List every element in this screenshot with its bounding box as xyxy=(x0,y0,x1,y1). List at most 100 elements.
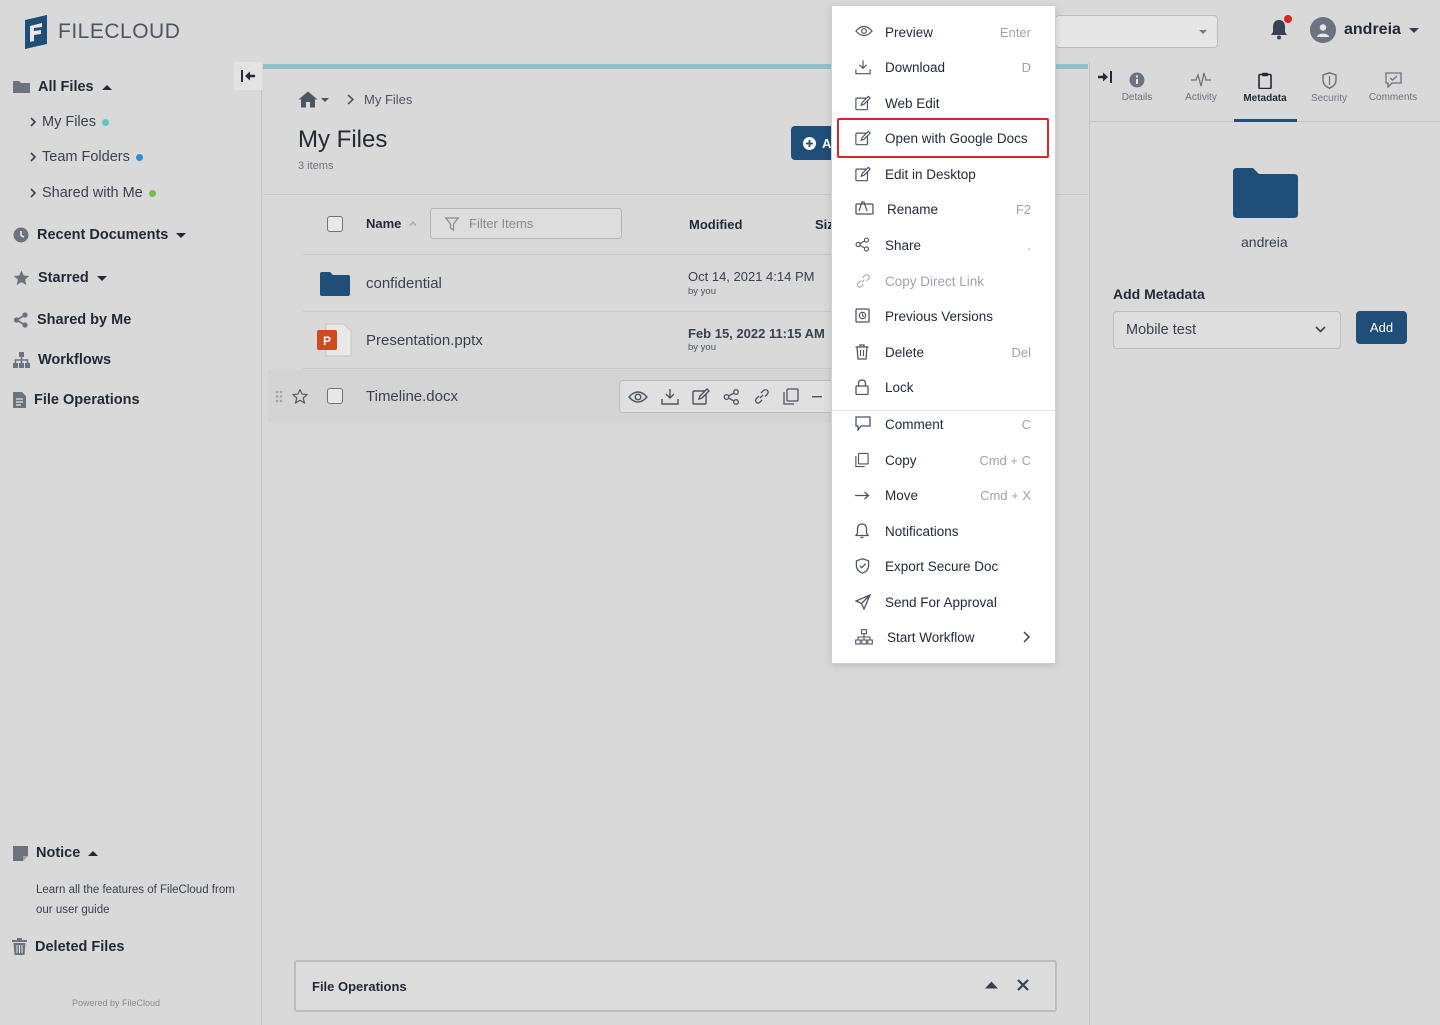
file-name[interactable]: confidential xyxy=(366,275,442,292)
menu-item-download[interactable]: Download D xyxy=(832,50,1055,84)
menu-item-move[interactable]: Move Cmd + X xyxy=(832,478,1055,512)
modified-by: by you xyxy=(688,286,716,297)
rename-icon xyxy=(855,201,874,215)
menu-item-export-secure-doc[interactable]: Export Secure Doc xyxy=(832,549,1055,583)
collapse-sidebar-button[interactable] xyxy=(234,62,262,90)
sidebar-label: My Files xyxy=(42,114,96,130)
row-quick-actions xyxy=(619,380,831,413)
sidebar-item-notice[interactable]: Notice xyxy=(13,845,99,861)
sidebar-item-team-folders[interactable]: Team Folders xyxy=(30,149,143,165)
menu-item-send-for-approval[interactable]: Send For Approval xyxy=(832,585,1055,619)
add-button[interactable]: A xyxy=(791,126,833,160)
sidebar-item-my-files[interactable]: My Files xyxy=(30,114,109,130)
chevron-right-icon xyxy=(347,94,354,105)
sidebar-item-workflows[interactable]: Workflows xyxy=(13,352,111,368)
menu-item-label: Start Workflow xyxy=(887,629,975,645)
menu-item-web-edit[interactable]: Web Edit xyxy=(832,86,1055,120)
copy-icon xyxy=(855,452,869,468)
link-icon[interactable] xyxy=(753,388,770,405)
tab-metadata[interactable]: Metadata xyxy=(1233,72,1297,104)
menu-item-copy[interactable]: Copy Cmd + C xyxy=(832,443,1055,477)
powered-by: Powered by FileCloud xyxy=(72,998,161,1008)
menu-item-shortcut: Enter xyxy=(999,24,1031,40)
menu-item-start-workflow[interactable]: Start Workflow xyxy=(832,620,1055,654)
menu-item-notifications[interactable]: Notifications xyxy=(832,514,1055,548)
menu-item-edit-in-desktop[interactable]: Edit in Desktop xyxy=(832,157,1055,191)
menu-item-previous-versions[interactable]: Previous Versions xyxy=(832,299,1055,333)
copy-icon[interactable] xyxy=(783,388,799,405)
sidebar-item-all-files[interactable]: All Files xyxy=(13,79,112,95)
sidebar-label: File Operations xyxy=(34,392,140,408)
column-header-modified[interactable]: Modified xyxy=(689,217,742,232)
tab-details[interactable]: Details xyxy=(1105,72,1169,103)
activity-icon xyxy=(1191,72,1211,87)
share-icon[interactable] xyxy=(723,388,740,405)
menu-item-label: Copy xyxy=(885,452,917,468)
download-icon[interactable] xyxy=(661,388,679,405)
menu-item-rename[interactable]: Rename F2 xyxy=(832,192,1055,226)
tab-comments[interactable]: Comments xyxy=(1361,72,1425,103)
star-outline-icon[interactable] xyxy=(292,389,308,404)
notice-text[interactable]: Learn all the features of FileCloud from… xyxy=(36,880,251,920)
filter-items-input[interactable]: Filter Items xyxy=(430,208,622,239)
sidebar-label: Recent Documents xyxy=(37,227,169,243)
download-icon xyxy=(855,60,871,75)
menu-item-delete[interactable]: Delete Del xyxy=(832,335,1055,369)
active-tab-indicator xyxy=(1234,119,1297,122)
page-title: My Files xyxy=(298,126,388,153)
menu-item-shortcut: Cmd + C xyxy=(979,452,1031,468)
filecloud-logo[interactable]: FILECLOUD xyxy=(22,14,180,50)
menu-item-label: Previous Versions xyxy=(885,308,994,324)
chevron-right-icon xyxy=(30,117,36,127)
send-icon xyxy=(855,594,871,610)
home-icon xyxy=(298,91,318,108)
column-header-size[interactable]: Siz xyxy=(815,217,831,232)
metadata-set-select[interactable]: Mobile test xyxy=(1113,311,1341,349)
file-name[interactable]: Timeline.docx xyxy=(366,388,458,405)
chevron-right-icon xyxy=(1023,631,1030,643)
breadcrumb-current[interactable]: My Files xyxy=(364,92,412,107)
menu-item-preview[interactable]: Preview Enter xyxy=(832,15,1055,49)
caret-up-icon[interactable] xyxy=(985,981,998,989)
trash-icon xyxy=(12,938,27,955)
menu-item-share[interactable]: Share . xyxy=(832,228,1055,262)
row-divider xyxy=(303,311,831,312)
eye-icon[interactable] xyxy=(628,390,648,404)
top-bar: FILECLOUD andreia xyxy=(0,0,1440,62)
menu-item-lock[interactable]: Lock xyxy=(832,370,1055,404)
tab-label: Security xyxy=(1310,93,1348,104)
collapse-left-icon xyxy=(241,70,255,82)
sidebar-item-shared-by-me[interactable]: Shared by Me xyxy=(13,312,131,328)
shield-icon xyxy=(1321,72,1337,89)
add-metadata-button[interactable]: Add xyxy=(1356,311,1407,344)
drag-handle-icon[interactable] xyxy=(275,390,283,403)
menu-item-label: Send For Approval xyxy=(885,594,997,610)
file-name[interactable]: Presentation.pptx xyxy=(366,332,483,349)
menu-item-comment[interactable]: Comment C xyxy=(832,407,1055,441)
row-checkbox[interactable] xyxy=(327,388,343,404)
breadcrumb-home[interactable] xyxy=(298,91,329,108)
edit-icon[interactable] xyxy=(692,388,710,405)
menu-item-label: Edit in Desktop xyxy=(885,166,976,182)
sidebar-item-deleted-files[interactable]: Deleted Files xyxy=(12,938,124,955)
select-all-checkbox[interactable] xyxy=(327,216,343,232)
more-icon[interactable] xyxy=(812,395,822,398)
column-header-name[interactable]: Name xyxy=(366,216,417,231)
modified-date: Oct 14, 2021 4:14 PM xyxy=(688,269,815,284)
sidebar-label: Notice xyxy=(36,845,81,861)
search-input[interactable] xyxy=(1055,15,1218,48)
status-dot xyxy=(148,189,156,197)
sidebar-item-shared-with-me[interactable]: Shared with Me xyxy=(30,185,156,201)
menu-item-copy-direct-link[interactable]: Copy Direct Link xyxy=(832,264,1055,298)
user-menu[interactable]: andreia xyxy=(1310,17,1419,43)
context-menu: Preview Enter Download D Web Edit Open w… xyxy=(831,5,1056,664)
clipboard-icon xyxy=(1258,72,1272,89)
sidebar-item-file-operations[interactable]: File Operations xyxy=(13,392,140,408)
close-icon[interactable] xyxy=(1017,979,1029,991)
sidebar-item-starred[interactable]: Starred xyxy=(13,270,107,286)
user-name: andreia xyxy=(1344,21,1401,38)
tab-security[interactable]: Security xyxy=(1297,72,1361,104)
sidebar-item-recent-documents[interactable]: Recent Documents xyxy=(13,227,187,243)
sidebar-label: Shared by Me xyxy=(37,312,132,328)
tab-activity[interactable]: Activity xyxy=(1169,72,1233,103)
